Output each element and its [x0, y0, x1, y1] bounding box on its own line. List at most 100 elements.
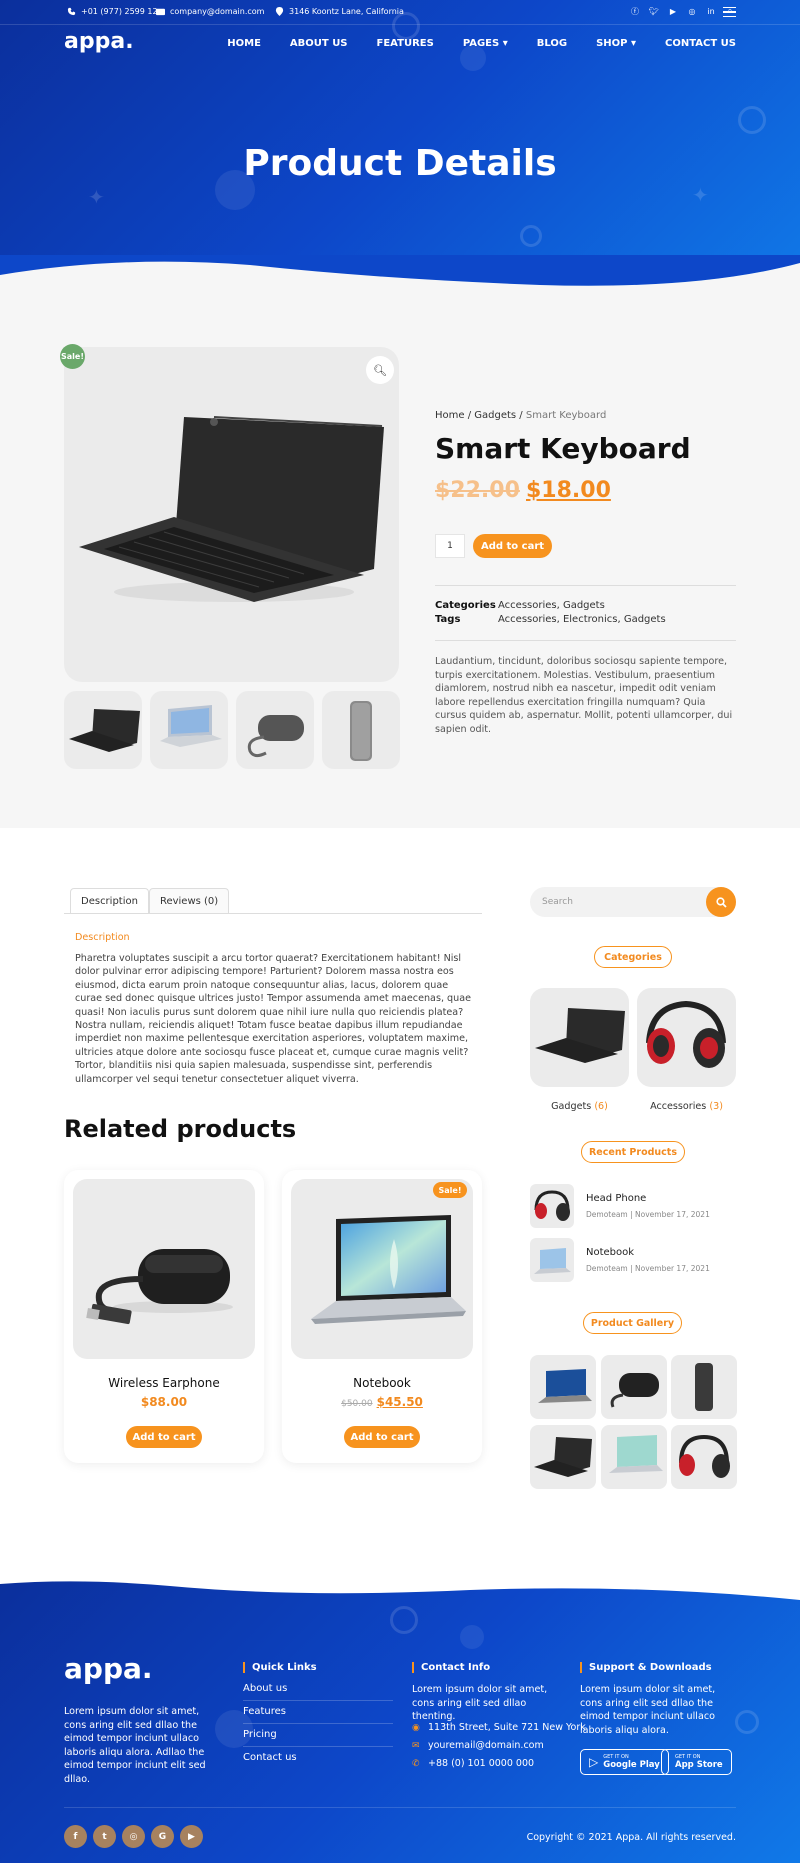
recent-product-image[interactable] [530, 1184, 574, 1228]
support-text: Lorem ipsum dolor sit amet, cons aring e… [580, 1684, 716, 1736]
old-price: $50.00 [341, 1399, 373, 1409]
linkedin-icon[interactable]: in [706, 6, 716, 16]
nav-pages[interactable]: PAGES ▾ [463, 38, 508, 49]
gallery-item[interactable] [601, 1355, 667, 1419]
youtube-icon[interactable]: ▶ [180, 1825, 203, 1848]
earphone-case-image [610, 1373, 659, 1408]
category-accessories[interactable]: Accessories (3) [637, 1101, 736, 1112]
email-contact[interactable]: company@domain.com [156, 7, 264, 16]
footer-divider [64, 1807, 736, 1808]
recent-product-name[interactable]: Head Phone [586, 1193, 646, 1204]
category-gadgets-image[interactable] [530, 988, 629, 1087]
headphone-gallery-image [679, 1434, 730, 1478]
gallery-item[interactable] [530, 1425, 596, 1489]
categories-value[interactable]: Accessories, Gadgets [498, 600, 605, 611]
footer-about: Lorem ipsum dolor sit amet, cons aring e… [64, 1706, 206, 1785]
add-to-cart-button[interactable]: Add to cart [126, 1426, 202, 1448]
menu-icon[interactable] [723, 7, 736, 17]
email-text: youremail@domain.com [428, 1740, 544, 1751]
contact-info-title: Contact Info [412, 1662, 490, 1673]
laptop-dark-image [538, 1369, 592, 1403]
facebook-icon[interactable]: ⓕ [630, 6, 640, 16]
nav-blog[interactable]: BLOG [537, 38, 567, 49]
tab-reviews[interactable]: Reviews (0) [148, 888, 230, 913]
product-image[interactable] [291, 1179, 473, 1359]
twitter-icon[interactable]: 🐦︎ [649, 6, 659, 16]
related-product-card[interactable]: Wireless Earphone $88.00 Add to cart [64, 1170, 264, 1463]
category-gadgets[interactable]: Gadgets (6) [530, 1101, 629, 1112]
email-address: company@domain.com [170, 7, 265, 16]
footer-link-pricing[interactable]: Pricing [243, 1729, 393, 1747]
product-tags: Tags Accessories, Electronics, Gadgets [435, 614, 666, 625]
tab-description[interactable]: Description [70, 888, 149, 913]
twitter-icon[interactable]: t [93, 1825, 116, 1848]
gallery-item[interactable] [671, 1355, 737, 1419]
product-name[interactable]: Notebook [282, 1376, 482, 1390]
google-icon[interactable]: G [151, 1825, 174, 1848]
thumbnail-power-bank[interactable] [322, 691, 400, 769]
gallery-item[interactable] [601, 1425, 667, 1489]
divider [435, 585, 736, 586]
recent-products-title: Recent Products [581, 1141, 685, 1163]
address-contact: 3146 Koontz Lane, California [275, 7, 404, 16]
footer-link-contact[interactable]: Contact us [243, 1752, 393, 1769]
add-to-cart-button[interactable]: Add to cart [473, 534, 552, 558]
thumbnail-laptop[interactable] [150, 691, 228, 769]
headphone-image [646, 1000, 726, 1068]
category-accessories-image[interactable] [637, 988, 736, 1087]
phone-text: +88 (0) 101 0000 000 [428, 1758, 535, 1769]
gallery-item[interactable] [671, 1425, 737, 1489]
related-product-card[interactable]: Sale! Notebook $50.00 $45.50 Add to cart [282, 1170, 482, 1463]
quantity-input[interactable]: 1 [435, 534, 465, 558]
search-button[interactable] [706, 887, 736, 917]
recent-product-name[interactable]: Notebook [586, 1247, 634, 1258]
nav-home[interactable]: HOME [227, 38, 261, 49]
footer-email[interactable]: ✉ youremail@domain.com [412, 1740, 544, 1751]
site-logo[interactable]: appa. [64, 29, 134, 54]
footer-wave [0, 1578, 800, 1600]
notebook-gallery-image [609, 1435, 663, 1473]
nav-contact[interactable]: CONTACT US [665, 38, 736, 49]
nav-pages-label: PAGES [462, 38, 500, 49]
breadcrumb-home[interactable]: Home [435, 410, 465, 421]
chevron-down-icon: ▾ [631, 38, 637, 49]
divider [435, 640, 736, 641]
product-main-image[interactable] [64, 347, 399, 682]
nav-about[interactable]: ABOUT US [290, 38, 348, 49]
thumbnail-earphone-case[interactable] [236, 691, 314, 769]
add-to-cart-button[interactable]: Add to cart [344, 1426, 420, 1448]
zoom-icon[interactable]: 🔍︎ [366, 356, 394, 384]
google-play-button[interactable]: ▷ GET IT ON Google Play [580, 1749, 669, 1775]
category-count: (6) [594, 1101, 608, 1112]
phone-contact[interactable]: +01 (977) 2599 12 [67, 7, 158, 16]
footer-link-features[interactable]: Features [243, 1706, 393, 1724]
breadcrumb-separator: / [516, 410, 526, 421]
nav-shop[interactable]: SHOP ▾ [596, 38, 636, 49]
youtube-icon[interactable]: ▶ [668, 6, 678, 16]
address-text: 3146 Koontz Lane, California [289, 7, 404, 16]
nav-features[interactable]: FEATURES [377, 38, 434, 49]
footer-phone[interactable]: ✆ +88 (0) 101 0000 000 [412, 1758, 534, 1769]
instagram-icon[interactable]: ◎ [122, 1825, 145, 1848]
google-play-label: Google Play [603, 1760, 660, 1770]
footer-address: ◉ 113th Street, Suite 721 New York [412, 1722, 586, 1733]
instagram-icon[interactable]: ◎ [687, 6, 697, 16]
mail-icon: ✉ [412, 1740, 420, 1751]
chevron-down-icon: ▾ [502, 38, 508, 49]
footer-logo[interactable]: appa. [64, 1652, 153, 1685]
recent-product-image[interactable] [530, 1238, 574, 1282]
footer-link-about[interactable]: About us [243, 1683, 393, 1701]
gallery-item[interactable] [530, 1355, 596, 1419]
tags-value[interactable]: Accessories, Electronics, Gadgets [498, 614, 666, 625]
app-store-button[interactable]: GET IT ON App Store [661, 1749, 732, 1775]
search-icon [715, 896, 727, 908]
product-image[interactable] [73, 1179, 255, 1359]
categories-title: Categories [594, 946, 672, 968]
thumbnail-keyboard[interactable] [64, 691, 142, 769]
breadcrumb-separator: / [464, 410, 475, 421]
breadcrumb-category[interactable]: Gadgets [474, 410, 516, 421]
product-name[interactable]: Wireless Earphone [64, 1376, 264, 1390]
notebook-thumb [534, 1248, 571, 1274]
facebook-icon[interactable]: f [64, 1825, 87, 1848]
recent-product-meta: Demoteam | November 17, 2021 [586, 1264, 710, 1273]
